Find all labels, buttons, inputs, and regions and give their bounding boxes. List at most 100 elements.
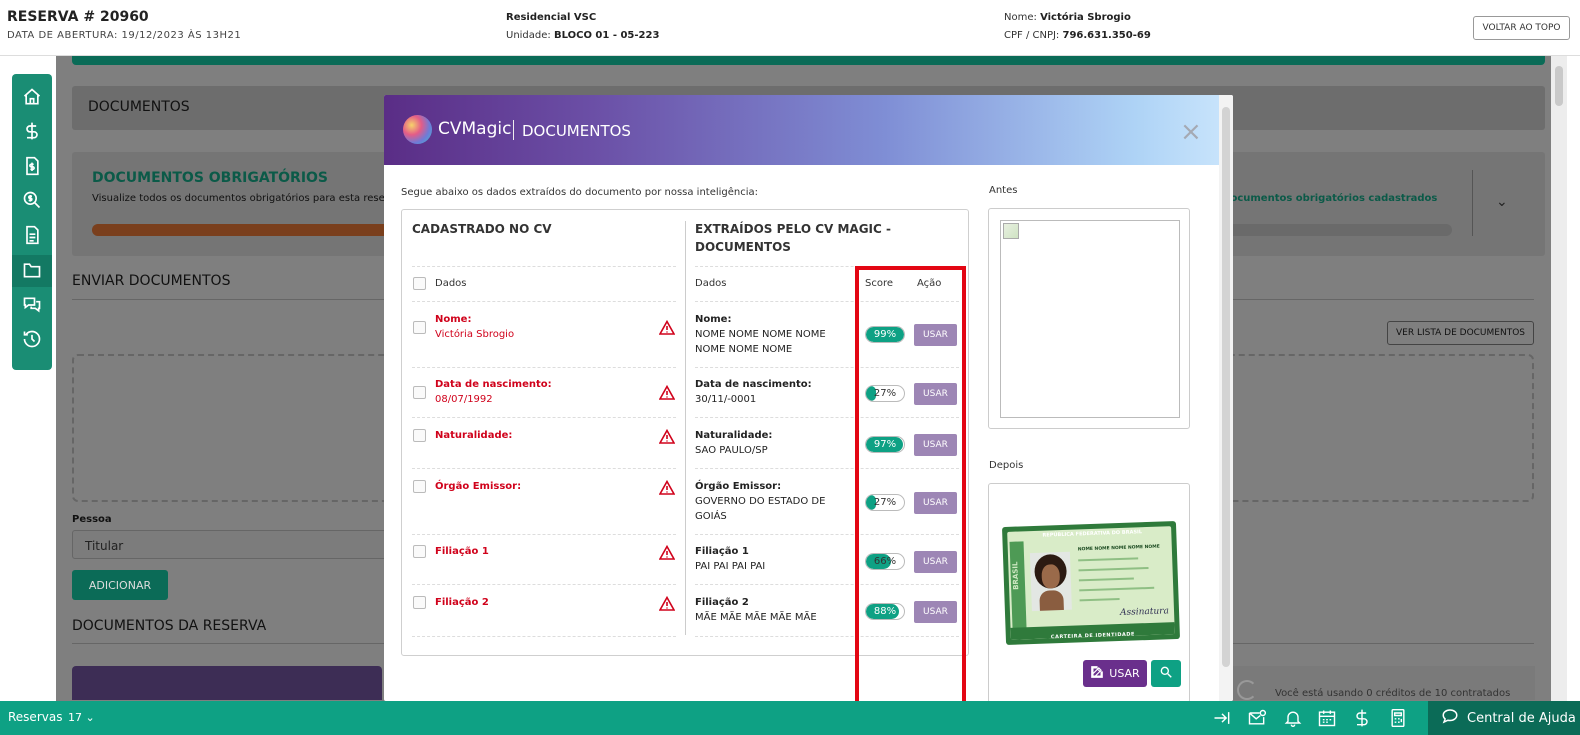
help-center-button[interactable]: Central de Ajuda: [1428, 701, 1580, 735]
divider: [412, 534, 676, 535]
divider: [513, 120, 514, 140]
sidebar: [12, 74, 52, 370]
field-checkbox[interactable]: [413, 429, 426, 442]
field-checkbox[interactable]: [413, 596, 426, 609]
home-icon: [22, 87, 42, 110]
edit-icon: [1090, 665, 1109, 682]
search-dollar-icon: [22, 190, 42, 213]
client-cpf-value: 796.631.350-69: [1062, 30, 1151, 41]
sidebar-item-financial[interactable]: [12, 116, 52, 148]
reservation-title: RESERVA # 20960: [7, 9, 149, 25]
id-card-name: NOME NOME NOME NOME NOME: [1077, 544, 1160, 553]
calculator-icon[interactable]: [1388, 708, 1408, 728]
extracted-value: 30/11/-0001: [695, 394, 757, 405]
dollar-icon[interactable]: [1352, 708, 1372, 728]
documents-title: DOCUMENTOS: [88, 99, 190, 115]
zoom-image-button[interactable]: [1151, 660, 1181, 687]
extracted-value: GOVERNO DO ESTADO DE GOIÁS: [695, 496, 826, 522]
progress-strip: [72, 56, 1545, 65]
person-select[interactable]: Titular: [72, 530, 392, 559]
warning-icon: [658, 479, 676, 496]
id-card-line: [1079, 598, 1120, 602]
sidebar-item-folder[interactable]: [12, 255, 52, 287]
modal-scrollbar[interactable]: [1219, 95, 1233, 701]
invoice-icon: [22, 156, 42, 179]
divider: [412, 584, 676, 585]
sidebar-item-chat[interactable]: [12, 290, 52, 322]
required-documents-subtitle: Visualize todos os documentos obrigatóri…: [92, 193, 385, 204]
extracted-label: Filiação 1: [695, 546, 749, 557]
id-card-line: [1078, 557, 1139, 562]
field-label: Nome:: [435, 314, 472, 325]
extracted-label: Nome:: [695, 314, 732, 325]
extracted-label: Naturalidade:: [695, 430, 773, 441]
send-documents-title: ENVIAR DOCUMENTOS: [72, 273, 231, 289]
field-label: Data de nascimento:: [435, 379, 552, 390]
folder-icon: [22, 260, 42, 283]
sidebar-item-search-financial[interactable]: [12, 185, 52, 217]
add-button[interactable]: ADICIONAR: [72, 570, 168, 600]
field-checkbox[interactable]: [413, 386, 426, 399]
id-card-side-band: BRASIL: [1009, 541, 1027, 632]
after-image-frame: REPÚBLICA FEDERATIVA DO BRASIL BRASIL NO…: [988, 483, 1190, 701]
collapse-right-icon[interactable]: [1212, 708, 1232, 728]
reservation-documents-title: DOCUMENTOS DA RESERVA: [72, 618, 267, 634]
id-card-line: [1079, 586, 1155, 592]
document-icon: [22, 225, 42, 248]
back-to-top-button[interactable]: VOLTAR AO TOPO: [1473, 16, 1570, 40]
sidebar-item-documents[interactable]: [12, 220, 52, 252]
broken-image-icon: [1003, 223, 1019, 239]
column-divider: [685, 221, 686, 635]
reservations-count[interactable]: 17 ⌄: [68, 711, 95, 724]
credits-text: Você está usando 0 créditos de 10 contra…: [1275, 688, 1511, 699]
data-column-label: Dados: [435, 278, 467, 289]
close-icon[interactable]: ×: [1180, 119, 1202, 145]
id-card-line: [1078, 577, 1134, 582]
extracted-label: Data de nascimento:: [695, 379, 812, 390]
registered-value: Victória Sbrogio: [435, 329, 515, 340]
client-cpf: CPF / CNPJ: 796.631.350-69: [1004, 30, 1151, 41]
view-document-list-button[interactable]: VER LISTA DE DOCUMENTOS: [1387, 321, 1534, 345]
field-checkbox[interactable]: [413, 321, 426, 334]
unit-value: BLOCO 01 - 05-223: [553, 30, 660, 41]
warning-icon: [658, 544, 676, 561]
warning-icon: [658, 319, 676, 336]
required-documents-status: os documentos obrigatórios cadastrados: [1207, 193, 1438, 204]
calendar-icon[interactable]: [1317, 708, 1337, 728]
chevron-down-icon[interactable]: ⌄: [1496, 194, 1508, 210]
client-name: Nome: Victória Sbrogio: [1004, 12, 1131, 23]
required-documents-title: DOCUMENTOS OBRIGATÓRIOS: [92, 170, 329, 186]
sidebar-item-invoice[interactable]: [12, 151, 52, 183]
id-card-photo: [1029, 551, 1072, 612]
mail-badge-icon[interactable]: [1247, 708, 1267, 728]
sidebar-item-home[interactable]: [12, 82, 52, 114]
extracted-label: Filiação 2: [695, 597, 749, 608]
reservations-label[interactable]: Reservas: [8, 710, 62, 724]
id-card-bottom-band: [1010, 622, 1175, 640]
divider: [412, 266, 676, 267]
registered-value: 08/07/1992: [435, 394, 493, 405]
score-action-highlight: [855, 266, 966, 701]
sidebar-item-history[interactable]: [12, 324, 52, 356]
dollar-icon: [22, 121, 42, 144]
after-label: Depois: [989, 460, 1024, 471]
field-checkbox[interactable]: [413, 480, 426, 493]
divider: [1472, 170, 1473, 236]
extracted-value: MÃE MÃE MÃE MÃE MÃE: [695, 612, 817, 623]
id-card-country: REPÚBLICA FEDERATIVA DO BRASIL: [1042, 529, 1143, 539]
divider: [412, 417, 676, 418]
extracted-value: PAI PAI PAI PAI: [695, 561, 766, 572]
page-scrollbar[interactable]: [1551, 56, 1567, 701]
field-checkbox[interactable]: [413, 545, 426, 558]
modal-title: DOCUMENTOS: [522, 122, 631, 140]
warning-icon: [658, 428, 676, 445]
field-label: Filiação 1: [435, 546, 489, 557]
divider: [412, 636, 676, 637]
person-label: Pessoa: [72, 514, 112, 525]
use-document-button[interactable]: USAR: [1083, 660, 1147, 687]
bell-icon[interactable]: [1283, 708, 1303, 728]
field-label: Naturalidade:: [435, 430, 513, 441]
select-all-checkbox[interactable]: [413, 277, 426, 290]
divider: [412, 367, 676, 368]
id-card-side-text: BRASIL: [1011, 561, 1021, 591]
